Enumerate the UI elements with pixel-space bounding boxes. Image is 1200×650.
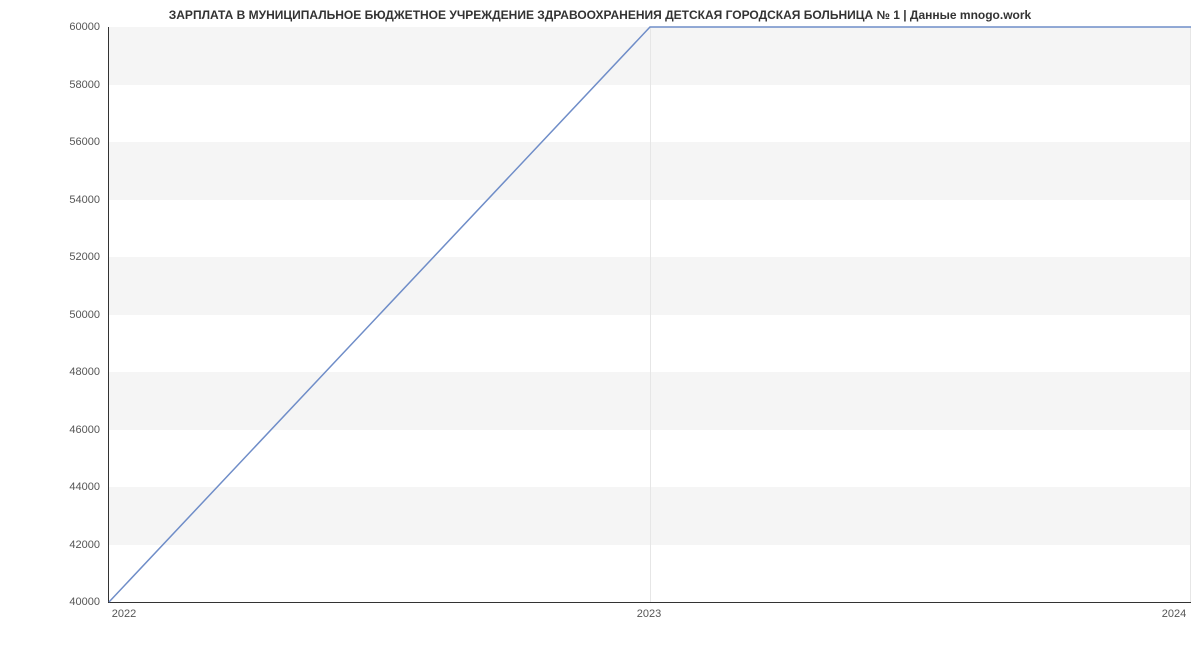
- x-tick-0: 2022: [112, 608, 136, 620]
- y-tick-5: 50000: [60, 309, 100, 321]
- y-tick-6: 52000: [60, 251, 100, 263]
- plot-area: [108, 27, 1191, 603]
- x-tick-2: 2024: [1162, 608, 1186, 620]
- x-tick-1: 2023: [637, 608, 661, 620]
- y-tick-4: 48000: [60, 366, 100, 378]
- y-tick-3: 46000: [60, 424, 100, 436]
- chart-title: ЗАРПЛАТА В МУНИЦИПАЛЬНОЕ БЮДЖЕТНОЕ УЧРЕЖ…: [0, 8, 1200, 22]
- data-line: [109, 27, 1191, 602]
- y-tick-10: 60000: [60, 21, 100, 33]
- y-tick-0: 40000: [60, 596, 100, 608]
- y-tick-1: 42000: [60, 539, 100, 551]
- y-tick-9: 58000: [60, 79, 100, 91]
- salary-chart: ЗАРПЛАТА В МУНИЦИПАЛЬНОЕ БЮДЖЕТНОЕ УЧРЕЖ…: [0, 0, 1200, 650]
- y-tick-2: 44000: [60, 481, 100, 493]
- y-tick-7: 54000: [60, 194, 100, 206]
- y-tick-8: 56000: [60, 136, 100, 148]
